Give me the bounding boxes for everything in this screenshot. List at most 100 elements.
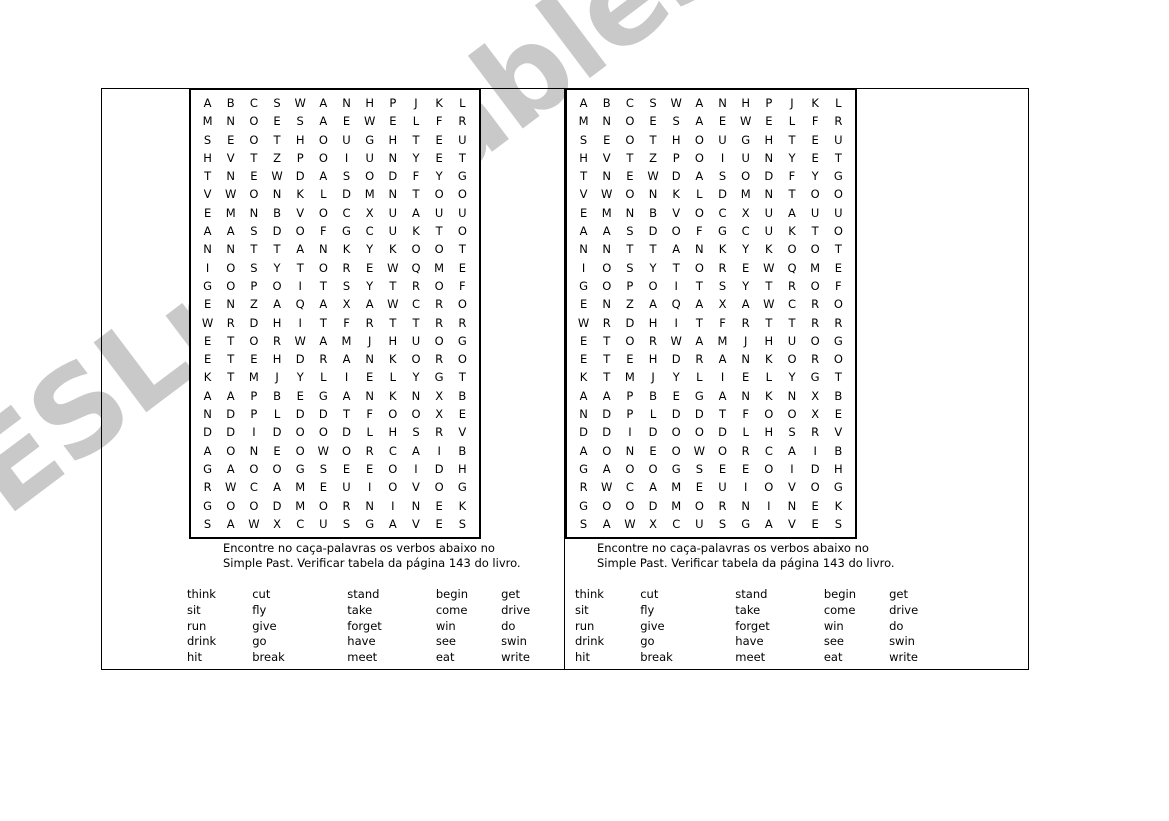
letter-cell[interactable]: S [312,460,335,478]
letter-cell[interactable]: A [595,515,618,533]
letter-cell[interactable]: N [242,442,265,460]
letter-cell[interactable]: O [381,478,404,496]
letter-cell[interactable]: E [827,259,850,277]
letter-cell[interactable]: C [289,515,312,533]
letter-cell[interactable]: D [595,423,618,441]
letter-cell[interactable]: Y [734,240,757,258]
letter-cell[interactable]: D [335,185,358,203]
letter-cell[interactable]: T [219,350,242,368]
letter-cell[interactable]: D [641,497,664,515]
letter-cell[interactable]: R [428,350,451,368]
letter-cell[interactable]: T [242,240,265,258]
letter-cell[interactable]: E [358,460,381,478]
word-list-item[interactable]: write [501,650,557,666]
letter-cell[interactable]: H [641,350,664,368]
letter-cell[interactable]: R [428,314,451,332]
letter-cell[interactable]: A [265,295,288,313]
letter-cell[interactable]: T [265,240,288,258]
word-list-item[interactable]: see [436,634,501,650]
letter-cell[interactable]: G [827,478,850,496]
letter-cell[interactable]: H [381,423,404,441]
letter-cell[interactable]: G [804,368,827,386]
letter-cell[interactable]: A [757,515,780,533]
letter-cell[interactable]: L [451,94,474,112]
letter-cell[interactable]: O [804,478,827,496]
letter-cell[interactable]: I [665,277,688,295]
letter-cell[interactable]: A [358,295,381,313]
letter-cell[interactable]: O [618,185,641,203]
word-list-item[interactable]: do [501,619,557,635]
word-list-item[interactable]: think [187,587,252,603]
letter-cell[interactable]: K [757,240,780,258]
letter-cell[interactable]: I [711,149,734,167]
letter-cell[interactable]: E [665,387,688,405]
letter-cell[interactable]: H [265,350,288,368]
letter-cell[interactable]: Y [780,149,803,167]
letter-cell[interactable]: R [734,314,757,332]
letter-cell[interactable]: W [219,478,242,496]
letter-cell[interactable]: G [665,460,688,478]
letter-cell[interactable]: E [572,295,595,313]
letter-cell[interactable]: I [289,314,312,332]
letter-cell[interactable]: O [451,350,474,368]
letter-cell[interactable]: K [404,222,427,240]
letter-cell[interactable]: E [428,131,451,149]
word-list-item[interactable]: take [735,603,824,619]
letter-cell[interactable]: M [428,259,451,277]
letter-cell[interactable]: A [335,350,358,368]
letter-cell[interactable]: R [804,350,827,368]
letter-cell[interactable]: A [595,460,618,478]
letter-cell[interactable]: R [734,442,757,460]
letter-cell[interactable]: C [618,478,641,496]
letter-cell[interactable]: L [404,112,427,130]
letter-cell[interactable]: E [451,405,474,423]
letter-cell[interactable]: N [618,442,641,460]
letter-cell[interactable]: T [618,240,641,258]
letter-cell[interactable]: W [641,167,664,185]
letter-cell[interactable]: N [358,350,381,368]
letter-cell[interactable]: T [381,314,404,332]
letter-cell[interactable]: D [289,405,312,423]
letter-cell[interactable]: W [289,332,312,350]
letter-cell[interactable]: R [711,497,734,515]
letter-cell[interactable]: F [734,405,757,423]
letter-cell[interactable]: O [312,131,335,149]
word-list-item[interactable]: eat [436,650,501,666]
letter-cell[interactable]: D [572,423,595,441]
letter-cell[interactable]: S [451,515,474,533]
word-list-item[interactable]: cut [640,587,735,603]
word-list-item[interactable]: forget [347,619,436,635]
letter-cell[interactable]: N [734,387,757,405]
word-list-item[interactable]: write [889,650,945,666]
letter-cell[interactable]: R [804,295,827,313]
letter-cell[interactable]: T [312,277,335,295]
letter-cell[interactable]: K [572,368,595,386]
word-search-grid-right[interactable]: ABCSWANHPJKLMNOESAEWELFRSEOTHOUGHTEUHVTZ… [565,88,857,540]
letter-cell[interactable]: N [219,240,242,258]
letter-cell[interactable]: U [688,515,711,533]
letter-cell[interactable]: O [711,442,734,460]
letter-cell[interactable]: M [572,112,595,130]
letter-cell[interactable]: A [641,295,664,313]
letter-cell[interactable]: O [804,277,827,295]
letter-cell[interactable]: U [711,478,734,496]
letter-cell[interactable]: N [219,295,242,313]
letter-cell[interactable]: Z [265,149,288,167]
letter-cell[interactable]: A [688,167,711,185]
letter-cell[interactable]: I [242,423,265,441]
letter-cell[interactable]: U [381,204,404,222]
letter-cell[interactable]: V [780,515,803,533]
letter-cell[interactable]: A [572,387,595,405]
letter-cell[interactable]: T [335,405,358,423]
letter-cell[interactable]: G [827,332,850,350]
letter-cell[interactable]: O [404,405,427,423]
letter-cell[interactable]: E [572,350,595,368]
letter-cell[interactable]: G [196,460,219,478]
letter-cell[interactable]: A [641,478,664,496]
letter-cell[interactable]: O [827,295,850,313]
word-list-item[interactable]: stand [347,587,436,603]
letter-cell[interactable]: V [196,185,219,203]
letter-cell[interactable]: H [381,131,404,149]
letter-cell[interactable]: T [804,222,827,240]
letter-cell[interactable]: G [572,277,595,295]
